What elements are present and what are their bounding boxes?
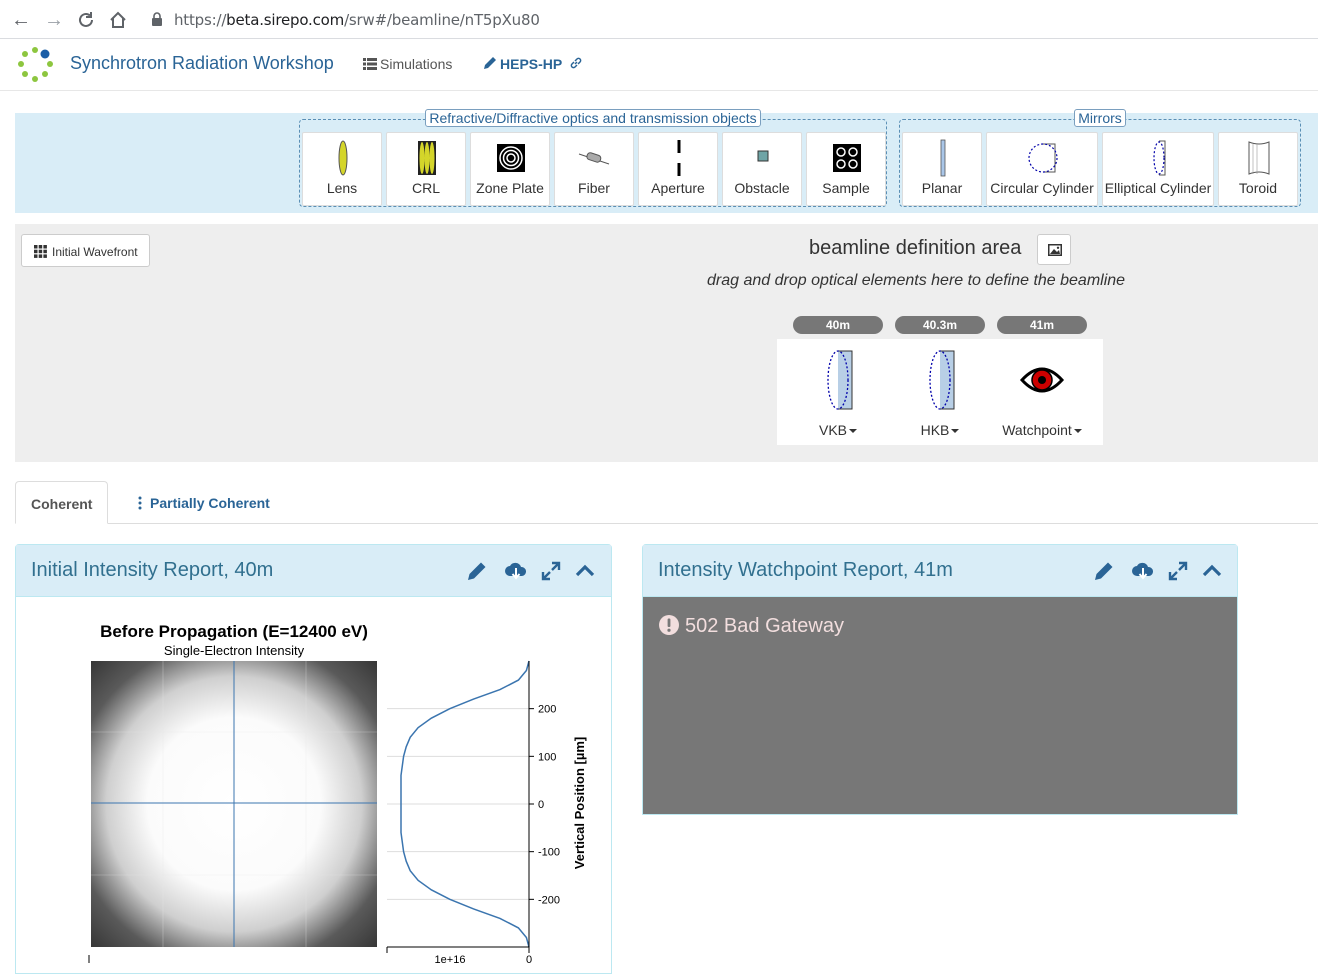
beamline-area[interactable]: Initial Wavefront beamline definition ar… bbox=[15, 224, 1318, 462]
reload-icon[interactable] bbox=[74, 8, 98, 32]
tab-coherent[interactable]: Coherent bbox=[15, 481, 108, 524]
grid-icon bbox=[34, 245, 47, 258]
zone-plate-icon bbox=[497, 144, 525, 172]
fiber-icon bbox=[578, 152, 610, 165]
planar-mirror-icon bbox=[940, 139, 946, 177]
tool-lens[interactable]: Lens bbox=[302, 132, 382, 206]
caret-down-icon bbox=[849, 429, 857, 434]
group-label-refractive: Refractive/Diffractive optics and transm… bbox=[425, 109, 761, 127]
y-axis-label: Vertical Position [µm] bbox=[572, 737, 587, 869]
sample-icon bbox=[833, 144, 861, 172]
panel-title: Initial Intensity Report, 40m bbox=[31, 559, 274, 581]
optics-toolbar: Refractive/Diffractive optics and transm… bbox=[15, 109, 1318, 213]
tool-toroid[interactable]: Toroid bbox=[1218, 132, 1298, 206]
panel-body: 502 Bad Gateway bbox=[643, 597, 1237, 814]
pencil-icon bbox=[484, 57, 496, 69]
elliptical-mirror-icon bbox=[827, 350, 853, 410]
y-tick-label: -200 bbox=[538, 894, 560, 906]
toroid-icon bbox=[1248, 141, 1270, 175]
aperture-icon bbox=[677, 140, 681, 176]
panel-heading: Intensity Watchpoint Report, 41m bbox=[643, 545, 1237, 597]
y-tick-label: 200 bbox=[538, 704, 556, 716]
watchpoint-report-panel: Intensity Watchpoint Report, 41m 502 Bad… bbox=[642, 544, 1238, 815]
picture-icon bbox=[1048, 244, 1062, 256]
group-label-mirrors: Mirrors bbox=[1074, 109, 1126, 127]
group-refractive: Refractive/Diffractive optics and transm… bbox=[299, 109, 887, 207]
error-box: 502 Bad Gateway bbox=[643, 597, 1237, 814]
elliptical-mirror-icon bbox=[929, 350, 955, 410]
obstacle-icon bbox=[757, 150, 769, 162]
beamline-elements: VKB HKB Watchpoint bbox=[777, 339, 1103, 445]
intensity-plot: Before Propagation (E=12400 eV) Single-E… bbox=[88, 622, 587, 963]
home-icon[interactable] bbox=[106, 8, 130, 32]
vertical-ellipsis-icon bbox=[138, 496, 142, 510]
tool-obstacle[interactable]: Obstacle bbox=[722, 132, 802, 206]
tool-planar[interactable]: Planar bbox=[902, 132, 982, 206]
tool-zone-plate[interactable]: Zone Plate bbox=[470, 132, 550, 206]
brand-title[interactable]: Synchrotron Radiation Workshop bbox=[70, 53, 334, 74]
initial-intensity-panel: Initial Intensity Report, 40m Before Pro… bbox=[15, 544, 612, 974]
error-message: 502 Bad Gateway bbox=[685, 615, 844, 637]
position-badge: 41m bbox=[997, 316, 1087, 334]
position-badge: 40m bbox=[793, 316, 883, 334]
beamline-hint: drag and drop optical elements here to d… bbox=[707, 272, 1126, 289]
tool-elliptical-cylinder[interactable]: Elliptical Cylinder bbox=[1102, 132, 1214, 206]
back-icon[interactable]: ← bbox=[9, 8, 33, 32]
circular-cylinder-icon bbox=[1028, 143, 1058, 173]
tab-partially-coherent[interactable]: Partially Coherent bbox=[123, 481, 285, 524]
chevron-up-icon[interactable] bbox=[1200, 559, 1224, 583]
beamline-element-hkb[interactable]: HKB bbox=[889, 339, 991, 445]
tool-sample[interactable]: Sample bbox=[806, 132, 886, 206]
tool-circular-cylinder[interactable]: Circular Cylinder bbox=[986, 132, 1098, 206]
simulations-link[interactable]: Simulations bbox=[363, 56, 452, 72]
beamline-element-vkb[interactable]: VKB bbox=[787, 339, 889, 445]
beamline-title: beamline definition area bbox=[809, 237, 1022, 259]
crl-icon bbox=[418, 141, 436, 175]
y-tick-label: -100 bbox=[538, 847, 560, 859]
exclamation-circle-icon bbox=[659, 615, 679, 635]
beamline-element-watchpoint[interactable]: Watchpoint bbox=[991, 339, 1093, 445]
simulation-name-link[interactable]: HEPS-HP bbox=[483, 56, 583, 72]
pencil-icon[interactable] bbox=[1092, 559, 1116, 583]
caret-down-icon bbox=[1073, 429, 1082, 434]
list-icon bbox=[363, 58, 377, 70]
lock-icon bbox=[152, 12, 162, 26]
tool-fiber[interactable]: Fiber bbox=[554, 132, 634, 206]
initial-wavefront-button[interactable]: Initial Wavefront bbox=[21, 234, 150, 267]
tool-aperture[interactable]: Aperture bbox=[638, 132, 718, 206]
group-mirrors: Mirrors Planar Circular Cylinder Ellipti… bbox=[899, 109, 1301, 207]
download-image-button[interactable] bbox=[1037, 234, 1071, 265]
y-tick-label: 100 bbox=[538, 751, 556, 763]
sirepo-logo-icon[interactable] bbox=[14, 44, 56, 86]
cloud-download-icon[interactable] bbox=[1131, 559, 1155, 583]
cloud-download-icon[interactable] bbox=[504, 559, 528, 583]
expand-icon[interactable] bbox=[539, 559, 563, 583]
y-tick-label: 0 bbox=[538, 799, 544, 811]
eye-icon bbox=[1019, 367, 1065, 393]
address-bar[interactable]: https://beta.sirepo.com/srw#/beamline/nT… bbox=[174, 11, 540, 29]
panel-title: Intensity Watchpoint Report, 41m bbox=[658, 559, 953, 581]
link-icon bbox=[570, 57, 582, 69]
report-tabs: Coherent Partially Coherent bbox=[15, 481, 1318, 524]
chevron-up-icon[interactable] bbox=[573, 559, 597, 583]
lens-icon bbox=[338, 140, 348, 176]
forward-icon[interactable]: → bbox=[42, 8, 66, 32]
panel-body: Before Propagation (E=12400 eV) Single-E… bbox=[16, 597, 611, 973]
tool-crl[interactable]: CRL bbox=[386, 132, 466, 206]
plot-subtitle: Single-Electron Intensity bbox=[164, 643, 305, 658]
app-navbar: Synchrotron Radiation Workshop Simulatio… bbox=[0, 39, 1318, 91]
browser-toolbar: ← → https://beta.sirepo.com/srw#/beamlin… bbox=[0, 0, 1318, 39]
elliptical-cylinder-icon bbox=[1153, 140, 1166, 176]
expand-icon[interactable] bbox=[1166, 559, 1190, 583]
plot-title: Before Propagation (E=12400 eV) bbox=[100, 622, 368, 641]
pencil-icon[interactable] bbox=[465, 559, 489, 583]
position-badge: 40.3m bbox=[895, 316, 985, 334]
caret-down-icon bbox=[951, 429, 960, 434]
panel-heading: Initial Intensity Report, 40m bbox=[16, 545, 611, 597]
